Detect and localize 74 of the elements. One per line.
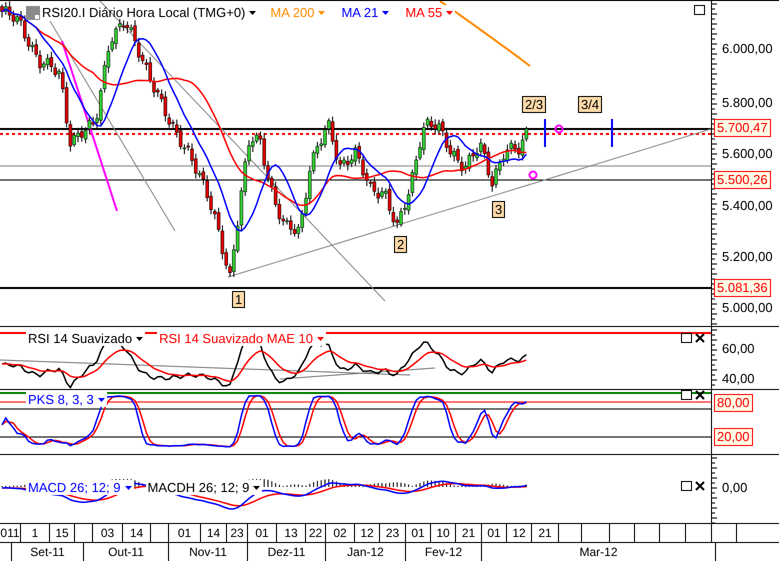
caret-icon xyxy=(136,336,144,340)
price-label: 60,00 xyxy=(722,342,755,355)
wave-label: 3 xyxy=(492,201,506,218)
date-label: 15 xyxy=(50,524,75,542)
maximize-icon[interactable] xyxy=(681,333,692,343)
equity-icon[interactable] xyxy=(26,6,40,20)
price-tag: 20,00 xyxy=(714,428,753,446)
close-icon[interactable] xyxy=(695,390,705,400)
date-label: 01 xyxy=(248,524,277,542)
indicator-menu[interactable]: MACD 26; 12; 9 xyxy=(26,480,134,495)
date-label: 12 xyxy=(507,524,532,542)
month-label: Set-11 xyxy=(12,543,84,561)
wave-label: 3/4 xyxy=(578,96,602,113)
indicator-menu[interactable]: MA 55 xyxy=(403,5,456,20)
date-label: 011 xyxy=(0,524,21,542)
chart-title[interactable]: RSI20.I Diário Hora Local (TMG+0) xyxy=(42,6,256,19)
price-label: 6.000,00 xyxy=(722,42,773,55)
caret-icon xyxy=(249,10,256,14)
date-label: 21 xyxy=(456,524,482,542)
date-label: 01 xyxy=(406,524,431,542)
time-marker xyxy=(544,119,546,147)
price-label: 5.000,00 xyxy=(722,301,773,314)
date-label: 23 xyxy=(227,524,248,542)
price-label: 40,00 xyxy=(722,372,755,385)
circle-marker xyxy=(554,124,564,134)
date-label: 01 xyxy=(482,524,507,542)
wave-label: 1 xyxy=(232,291,246,308)
date-label: 23 xyxy=(380,524,406,542)
close-icon[interactable] xyxy=(695,333,705,343)
date-label: 14 xyxy=(201,524,227,542)
caret-icon xyxy=(318,10,326,14)
month-label: Jan-12 xyxy=(326,543,406,561)
month-label: Nov-11 xyxy=(169,543,248,561)
price-label: 5.600,00 xyxy=(722,147,773,160)
caret-icon xyxy=(98,398,105,402)
date-label: 10 xyxy=(431,524,456,542)
price-tag: 80,00 xyxy=(714,394,753,412)
month-label: Mar-12 xyxy=(482,543,716,561)
date-label: 03 xyxy=(93,524,123,542)
maximize-icon[interactable] xyxy=(694,5,705,15)
circle-marker xyxy=(528,170,538,180)
maximize-icon[interactable] xyxy=(681,481,692,491)
caret-icon xyxy=(382,10,390,14)
price-tag: 5.500,26 xyxy=(714,171,771,189)
indicator-menu[interactable]: MACDH 26; 12; 9 xyxy=(146,480,262,495)
wave-label: 2/3 xyxy=(522,96,546,113)
date-label: 12 xyxy=(355,524,380,542)
date-label: 02 xyxy=(326,524,355,542)
price-label: 5.800,00 xyxy=(722,96,773,109)
date-label: 01 xyxy=(169,524,201,542)
date-label: 21 xyxy=(532,524,559,542)
price-tag: 5.081,36 xyxy=(714,279,771,297)
date-label: 1 xyxy=(21,524,50,542)
caret-icon xyxy=(124,486,132,490)
month-label: Out-11 xyxy=(84,543,169,561)
caret-icon xyxy=(446,10,454,14)
price-label: 5.200,00 xyxy=(722,250,773,263)
caret-icon xyxy=(253,486,260,490)
indicator-menu[interactable]: PKS 8, 3, 3 xyxy=(26,392,107,407)
price-label: 5.400,00 xyxy=(722,199,773,212)
wave-label: 2 xyxy=(394,236,408,253)
price-tag: 5.700,47 xyxy=(714,119,771,137)
date-label: 14 xyxy=(123,524,151,542)
price-label: 0,00 xyxy=(722,481,748,494)
month-label: Fev-12 xyxy=(406,543,482,561)
caret-icon xyxy=(317,336,324,340)
indicator-menu[interactable]: RSI 14 Suavizado xyxy=(26,331,146,346)
indicator-menu[interactable]: RSI 14 Suavizado MAE 10 xyxy=(157,331,326,346)
close-icon[interactable] xyxy=(695,481,705,491)
time-marker xyxy=(611,119,613,147)
month-label: Dez-11 xyxy=(248,543,326,561)
date-label: 13 xyxy=(277,524,306,542)
maximize-icon[interactable] xyxy=(681,390,692,400)
date-label: 22 xyxy=(306,524,326,542)
